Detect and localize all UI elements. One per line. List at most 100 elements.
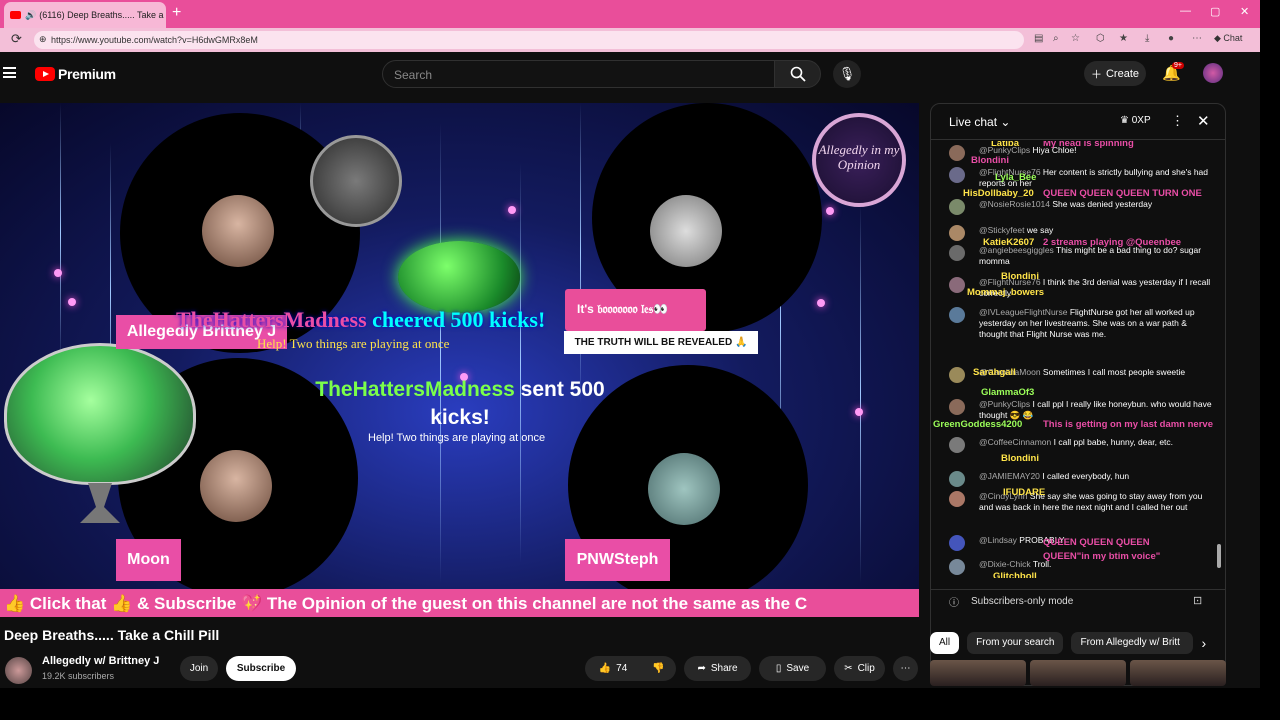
- subscriber-count: 19.2K subscribers: [42, 671, 115, 681]
- chat-author[interactable]: @NosieRosie1014: [979, 199, 1052, 209]
- chip-from-search[interactable]: From your search: [967, 632, 1064, 654]
- chat-scroll-thumb[interactable]: [1217, 544, 1221, 568]
- plus-icon: ＋: [1090, 68, 1102, 81]
- video-thumbnail[interactable]: [1130, 660, 1226, 686]
- speaker-icon[interactable]: 🔊: [25, 10, 36, 21]
- chat-avatar[interactable]: [949, 399, 965, 415]
- sent-user: TheHattersMadness: [315, 378, 515, 401]
- emoji-icon[interactable]: ⊡: [1193, 594, 1202, 607]
- overlay-chat-name: IFUDARE: [1003, 487, 1046, 498]
- zoom-icon[interactable]: ⌕: [1053, 33, 1059, 44]
- banner-overlay: THE TRUTH WILL BE REVEALED 🙏: [564, 331, 758, 354]
- video-thumbnail[interactable]: [1030, 660, 1126, 686]
- chevron-down-icon: ⌄: [1000, 115, 1011, 129]
- page-scrollbar[interactable]: [1250, 52, 1258, 686]
- chat-title[interactable]: Live chat ⌄: [949, 115, 1010, 129]
- chat-message: @angiebeesgiggles This might be a bad th…: [949, 245, 1217, 267]
- chat-author[interactable]: @Dixie-Chick: [979, 559, 1033, 569]
- reload-icon[interactable]: ⟳: [11, 31, 22, 47]
- xp-badge[interactable]: ♛ 0XP: [1120, 115, 1151, 126]
- new-tab-icon[interactable]: +: [172, 4, 181, 22]
- chevron-right-icon[interactable]: ›: [1201, 632, 1206, 654]
- account-avatar[interactable]: [1203, 63, 1223, 83]
- chat-avatar[interactable]: [949, 199, 965, 215]
- minimize-icon[interactable]: —: [1180, 5, 1191, 17]
- extension-icon[interactable]: ⬡: [1096, 33, 1105, 44]
- guest-nameplate: PNWSteph: [565, 539, 670, 581]
- video-thumbnail[interactable]: [930, 660, 1026, 686]
- chat-label: Chat: [1223, 33, 1243, 43]
- maximize-icon[interactable]: ▢: [1210, 5, 1220, 18]
- chat-author[interactable]: @Lindsay: [979, 535, 1019, 545]
- voice-search-button[interactable]: 🎙: [833, 60, 861, 88]
- guest-photo: [200, 450, 272, 522]
- more-actions-button[interactable]: ⋯: [893, 656, 918, 681]
- chat-title-text: Live chat: [949, 115, 998, 129]
- chat-author[interactable]: @Stickyfeet: [979, 225, 1027, 235]
- chat-avatar[interactable]: [949, 535, 965, 551]
- create-button[interactable]: ＋ Create: [1084, 61, 1146, 86]
- chat-scrollbar[interactable]: [1217, 144, 1221, 572]
- like-button[interactable]: 👍 74: [585, 656, 641, 681]
- subscribe-button[interactable]: Subscribe: [226, 656, 296, 681]
- menu-icon[interactable]: [3, 67, 16, 78]
- site-info-icon[interactable]: ⊕: [39, 34, 47, 45]
- more-icon[interactable]: ⋯: [1192, 33, 1202, 44]
- clip-button[interactable]: ✂ Clip: [834, 656, 885, 681]
- dislike-button[interactable]: 👎: [641, 656, 676, 681]
- tab-title: (6116) Deep Breaths..... Take a Chill Pi…: [39, 10, 166, 20]
- chat-author[interactable]: @PunkyClips: [979, 399, 1033, 409]
- browser-tab[interactable]: 🔊 (6116) Deep Breaths..... Take a Chill …: [4, 2, 166, 28]
- chat-menu-icon[interactable]: ⋮: [1171, 113, 1184, 129]
- scissors-icon: ✂: [844, 663, 853, 674]
- url-field[interactable]: ⊕ https://www.youtube.com/watch?v=H6dwGM…: [34, 31, 1024, 49]
- channel-avatar[interactable]: [5, 657, 32, 684]
- chat-avatar[interactable]: [949, 225, 965, 241]
- chat-avatar[interactable]: [949, 307, 965, 323]
- join-button[interactable]: Join: [180, 656, 218, 681]
- overlay-chat-name: KatieK2607: [983, 237, 1035, 248]
- favorite-icon[interactable]: ☆: [1071, 33, 1080, 44]
- overlay-chat-name: This is getting on my last damn nerve: [1043, 419, 1213, 430]
- copilot-chat-button[interactable]: ◆ Chat: [1214, 33, 1242, 44]
- video-player[interactable]: Allegedly Brittney J Moon PNWSteph TheHa…: [0, 103, 919, 617]
- favorites-icon[interactable]: ★: [1119, 33, 1128, 44]
- chat-avatar[interactable]: [949, 471, 965, 487]
- chat-author[interactable]: @JAMIEMAY20: [979, 471, 1042, 481]
- chat-avatar[interactable]: [949, 491, 965, 507]
- close-chat-icon[interactable]: ✕: [1197, 112, 1210, 130]
- chat-author[interactable]: @IVLeagueFlightNurse: [979, 307, 1070, 317]
- chip-all[interactable]: All: [930, 632, 960, 654]
- sparkle-dot: [855, 408, 863, 416]
- chat-author[interactable]: @CoffeeCinnamon: [979, 437, 1054, 447]
- chat-avatar[interactable]: [949, 559, 965, 575]
- download-icon[interactable]: ⤓: [1145, 33, 1149, 44]
- chip-from-channel[interactable]: From Allegedly w/ Britt: [1071, 632, 1194, 654]
- chat-message: @JAMIEMAY20 I called everybody, hun: [949, 471, 1217, 487]
- chat-avatar[interactable]: [949, 437, 965, 453]
- light-streak: [440, 123, 441, 583]
- close-window-icon[interactable]: ✕: [1240, 5, 1249, 18]
- youtube-logo[interactable]: Premium: [35, 66, 116, 82]
- chat-avatar[interactable]: [949, 145, 965, 161]
- channel-logo-overlay: Allegedly in my Opinion: [812, 113, 906, 207]
- overlay-chat-name: QUEEN QUEEN QUEEN: [1043, 537, 1150, 548]
- chat-avatar[interactable]: [949, 167, 965, 183]
- save-button[interactable]: ▯ Save: [759, 656, 826, 681]
- chat-avatar[interactable]: [949, 245, 965, 261]
- help-text-overlay: Help! Two things are playing at once: [257, 336, 450, 351]
- share-button[interactable]: ➦ Share: [684, 656, 751, 681]
- reader-icon[interactable]: ▤: [1034, 33, 1043, 44]
- search-input[interactable]: Search: [382, 60, 775, 88]
- chat-avatar[interactable]: [949, 367, 965, 383]
- overlay-chat-name: QUEEN QUEEN QUEEN TURN ONE: [1043, 188, 1202, 199]
- subscribers-only-notice: ⓘ Subscribers-only mode: [949, 594, 1073, 609]
- search-button[interactable]: [774, 60, 821, 88]
- chat-avatar[interactable]: [949, 277, 965, 293]
- chat-message-text: @JAMIEMAY20 I called everybody, hun: [979, 471, 1217, 482]
- url-text: https://www.youtube.com/watch?v=H6dwGMRx…: [51, 35, 258, 45]
- video-title: Deep Breaths..... Take a Chill Pill: [4, 627, 220, 643]
- profile-icon[interactable]: ●: [1168, 33, 1174, 44]
- channel-name[interactable]: Allegedly w/ Brittney J: [42, 655, 159, 667]
- overlay-chat-name: 2 streams playing @Queenbee: [1043, 237, 1182, 248]
